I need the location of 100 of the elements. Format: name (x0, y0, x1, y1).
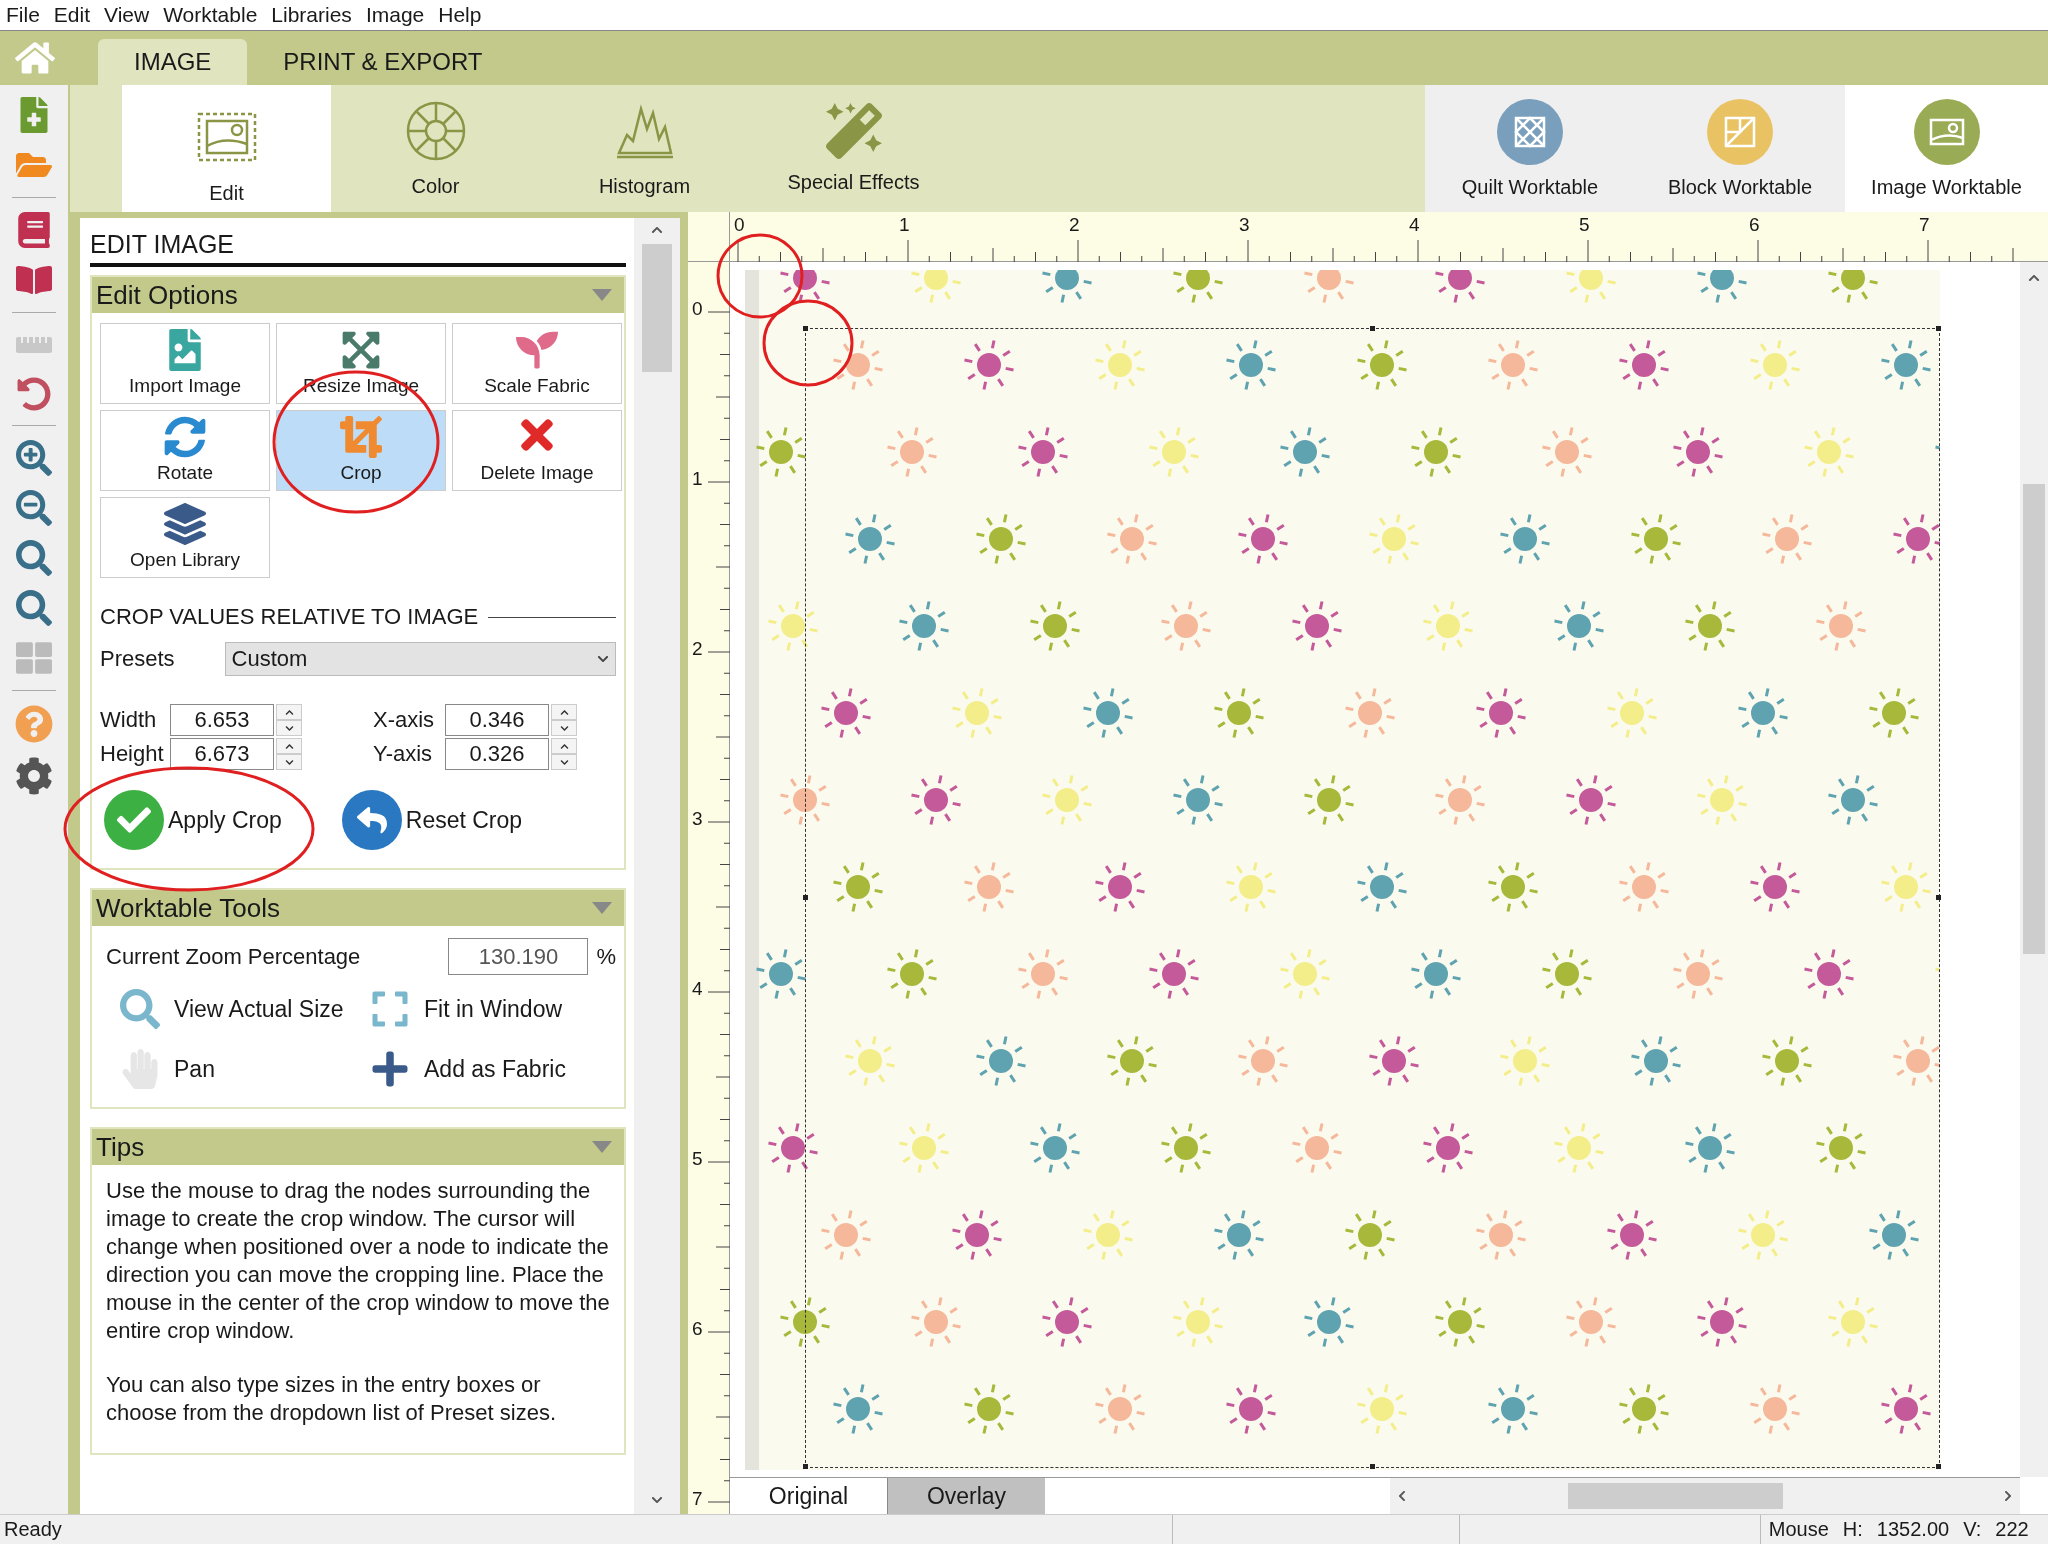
down-arrow-icon (284, 723, 294, 733)
scroll-up-icon[interactable] (2028, 272, 2040, 284)
tool-button[interactable]: Open Library (100, 497, 270, 578)
scrollbar[interactable] (2020, 262, 2048, 1477)
tool-button[interactable]: Delete Image (452, 410, 622, 491)
hand-icon (120, 1049, 160, 1089)
crop-handle[interactable] (1369, 1464, 1375, 1469)
spin-down-button[interactable] (276, 720, 302, 736)
unit-label: % (596, 943, 616, 970)
ribbon-tool[interactable]: Special Effects (749, 85, 958, 212)
down-arrow-icon (284, 757, 294, 767)
menu-item[interactable]: Worktable (163, 3, 258, 27)
number-field[interactable]: 6.673 (170, 738, 274, 770)
ribbon-tool[interactable]: Color (331, 85, 540, 212)
crop-handle[interactable] (1936, 1464, 1941, 1469)
ribbon-tool[interactable]: Histogram (540, 85, 749, 212)
worktable-button[interactable]: Block Worktable (1635, 85, 1845, 212)
scrollbar-thumb[interactable] (2023, 484, 2045, 954)
collapse-icon (592, 289, 612, 301)
undo-icon (356, 805, 387, 835)
tool-button[interactable]: Fit in Window (370, 989, 616, 1029)
crop-handle[interactable] (803, 1464, 808, 1469)
presets-dropdown[interactable]: Custom (224, 642, 616, 676)
field-label: Current Zoom Percentage (106, 943, 361, 970)
collapse-icon (592, 1141, 612, 1153)
scroll-down-icon[interactable] (651, 1494, 663, 1506)
tool-button[interactable]: Rotate (100, 410, 270, 491)
crop-handle[interactable] (1936, 326, 1941, 331)
spin-up-button[interactable] (276, 704, 302, 720)
apply-button[interactable]: Apply Crop (104, 790, 282, 850)
search-icon[interactable] (16, 590, 52, 626)
panel-title: EDIT IMAGE (90, 230, 626, 267)
status-label: V: (1963, 1518, 1982, 1541)
undo-icon[interactable] (17, 377, 51, 411)
chevron-icon (597, 653, 609, 665)
down-arrow-icon (559, 757, 569, 767)
field-label: Height (100, 741, 165, 767)
worktable-button[interactable]: Image Worktable (1845, 85, 2048, 212)
ribbon-tool[interactable]: Edit (122, 85, 331, 212)
scroll-right-icon[interactable] (2002, 1490, 2014, 1502)
tool-button[interactable]: Add as Fabric (370, 1049, 616, 1089)
zoom-out-icon[interactable] (16, 490, 52, 526)
number-field[interactable]: 0.346 (445, 704, 549, 736)
section-header[interactable]: Edit Options (92, 277, 624, 313)
scrollbar-thumb[interactable] (642, 244, 672, 372)
spin-down-button[interactable] (551, 720, 577, 736)
spin-down-button[interactable] (551, 754, 577, 770)
status-text: Ready (3, 1518, 62, 1541)
menu-item[interactable]: View (104, 3, 150, 27)
menu-item[interactable]: Libraries (271, 3, 352, 27)
spin-up-button[interactable] (551, 738, 577, 754)
number-field[interactable]: 0.326 (445, 738, 549, 770)
status-value: 1352.00 (1876, 1518, 1950, 1541)
ruler-label: 5 (1579, 214, 1590, 236)
reset-button[interactable]: Reset Crop (341, 790, 523, 850)
flower-icon (516, 329, 558, 371)
scroll-up-icon[interactable] (651, 224, 663, 236)
scroll-left-icon[interactable] (1396, 1490, 1408, 1502)
zoom-in-icon[interactable] (16, 440, 52, 476)
book-icon[interactable] (16, 212, 52, 248)
crop-handle[interactable] (803, 895, 808, 900)
up-arrow-icon (559, 741, 569, 751)
menu-item[interactable]: File (6, 3, 40, 27)
crop-handle[interactable] (1369, 326, 1375, 331)
field-label: Presets (100, 646, 175, 672)
spin-up-button[interactable] (276, 738, 302, 754)
rotate-icon (164, 416, 206, 458)
settings-icon[interactable] (15, 757, 53, 795)
number-field[interactable]: 6.653 (170, 704, 274, 736)
ruler-label: 3 (1239, 214, 1250, 236)
ruler-label: 0 (692, 298, 703, 320)
up-arrow-icon (284, 707, 294, 717)
view-tab[interactable]: Overlay (887, 1478, 1045, 1514)
zoom-field[interactable]: 130.190 (448, 938, 589, 975)
scrollbar[interactable] (634, 218, 680, 1514)
tool-button[interactable]: Crop (276, 410, 446, 491)
menu-item[interactable]: Help (438, 3, 482, 27)
crop-handle[interactable] (803, 326, 808, 331)
menu-item[interactable]: Edit (53, 3, 91, 27)
crop-handle[interactable] (1936, 895, 1941, 900)
magnifier-icon (120, 989, 160, 1029)
scrollbar[interactable] (1390, 1478, 2020, 1514)
section-header[interactable]: Worktable Tools (92, 890, 624, 926)
section-header[interactable]: Tips (92, 1129, 624, 1165)
scrollbar-thumb[interactable] (1568, 1483, 1783, 1509)
magic-wand-icon (825, 103, 882, 159)
tool-button[interactable]: Import Image (100, 323, 270, 404)
spin-up-button[interactable] (551, 704, 577, 720)
ruler-label: 6 (692, 1318, 703, 1340)
tab[interactable]: PRINT & EXPORT (247, 39, 519, 85)
status-label: Mouse (1768, 1518, 1829, 1541)
field-label: Y-axis (373, 741, 434, 767)
search-icon[interactable] (16, 540, 52, 576)
tool-button[interactable]: Scale Fabric (452, 323, 622, 404)
worktable-button[interactable]: Quilt Worktable (1425, 85, 1635, 212)
menu-item[interactable]: Image (365, 3, 425, 27)
spin-down-button[interactable] (276, 754, 302, 770)
ruler-corner (688, 212, 730, 262)
tab[interactable]: IMAGE (98, 39, 248, 85)
tool-button[interactable]: View Actual Size (120, 989, 370, 1029)
